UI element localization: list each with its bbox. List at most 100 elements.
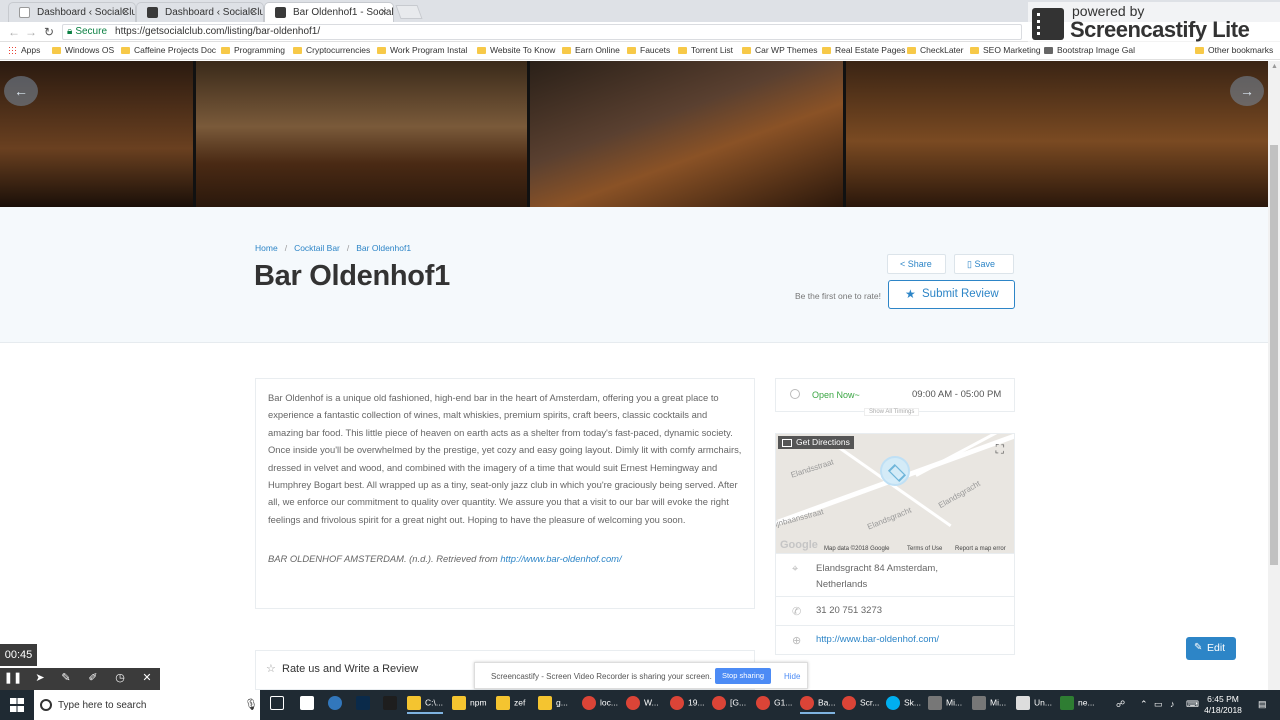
taskbar-item[interactable]: [G...	[712, 696, 746, 714]
bookmark-item[interactable]: Caffeine Projects Doc	[121, 45, 216, 55]
forward-arrow-icon[interactable]: →	[25, 25, 37, 39]
task-view-icon[interactable]	[270, 696, 288, 714]
open-status[interactable]: Open Now~	[812, 390, 860, 400]
citation-link[interactable]: http://www.bar-oldenhof.com/	[500, 553, 621, 564]
bookmark-item[interactable]: Bootstrap Image Gal	[1044, 45, 1135, 55]
highlighter-icon[interactable]: ✐	[83, 671, 103, 687]
reload-icon[interactable]: ↻	[44, 25, 54, 39]
breadcrumb-current[interactable]: Bar Oldenhof1	[356, 243, 411, 253]
website-link[interactable]: http://www.bar-oldenhof.com/	[816, 634, 939, 645]
people-icon[interactable]: ☍	[1116, 699, 1125, 710]
taskbar-item[interactable]: loc...	[582, 696, 618, 714]
folder-icon	[52, 47, 61, 54]
hide-button[interactable]: Hide	[784, 672, 800, 681]
recorder-toolbar: ❚❚ ➤ ✎ ✐ ◷ ✕	[0, 668, 160, 690]
bookmark-item[interactable]: CheckLater	[907, 45, 963, 55]
scroll-up-arrow-icon[interactable]: ▲	[1271, 63, 1278, 70]
notifications-icon[interactable]: ▤	[1258, 699, 1267, 710]
phone-text[interactable]: 31 20 751 3273	[816, 605, 882, 616]
close-icon[interactable]: ✕	[137, 671, 157, 687]
back-arrow-icon[interactable]: ←	[8, 25, 20, 39]
location-map[interactable]: Get Directions Elandsstraat Elandsgracht…	[775, 433, 1015, 554]
windows-start-icon[interactable]	[10, 698, 24, 712]
taskbar-item[interactable]: Scr...	[842, 696, 879, 714]
scrollbar-thumb[interactable]	[1270, 145, 1278, 565]
taskbar-item[interactable]: Mi...	[928, 696, 962, 714]
url-field[interactable]: 🔒︎ Secure https://getsocialclub.com/listin…	[62, 24, 1022, 40]
save-button[interactable]: ▯ Save	[954, 254, 1014, 274]
new-tab-button[interactable]	[395, 5, 423, 19]
bookmark-item[interactable]: Car WP Themes	[742, 45, 818, 55]
gallery-image[interactable]	[846, 61, 1268, 207]
screencastify-watermark: powered by Screencastify Lite	[1028, 2, 1280, 42]
bookmark-other[interactable]: Other bookmarks	[1195, 45, 1273, 55]
taskbar-item-active[interactable]: Ba...	[800, 696, 836, 714]
taskbar-item[interactable]: Sk...	[886, 696, 921, 714]
map-marker-icon[interactable]	[880, 456, 910, 486]
taskbar-item[interactable]: C:\...	[407, 696, 443, 714]
store-icon[interactable]	[300, 696, 318, 714]
pause-icon[interactable]: ❚❚	[3, 671, 23, 687]
taskbar-item[interactable]: Un...	[1016, 696, 1052, 714]
bookmark-label: Cryptocurrencies	[306, 45, 371, 55]
gallery-image[interactable]	[196, 61, 530, 207]
clock-date: 4/18/2018	[1204, 705, 1242, 715]
taskbar-search[interactable]: Type here to search 🎙︎	[34, 690, 260, 720]
bookmark-item[interactable]: Windows OS	[52, 45, 114, 55]
browser-tab-dashboard-2[interactable]: Dashboard ‹ SocialClub ×	[136, 2, 264, 22]
edge-icon[interactable]	[328, 696, 346, 714]
globe-icon: ⊕	[792, 635, 802, 647]
tray-chevron-icon[interactable]: ⌃	[1140, 699, 1148, 710]
share-button[interactable]: < Share	[887, 254, 946, 274]
taskbar-item[interactable]: W...	[626, 696, 659, 714]
network-icon[interactable]: ▭	[1154, 699, 1163, 710]
close-tab-icon[interactable]: ×	[251, 6, 257, 18]
browser-tab-dashboard-1[interactable]: Dashboard ‹ SocialClub ×	[8, 2, 136, 22]
taskbar-item[interactable]: g...	[538, 696, 568, 714]
taskbar-item[interactable]: Mi...	[972, 696, 1006, 714]
bookmark-item[interactable]: Cryptocurrencies	[293, 45, 370, 55]
bookmark-apps[interactable]: Apps	[8, 45, 40, 55]
volume-icon[interactable]: ♪	[1170, 699, 1175, 709]
taskbar-item[interactable]: zef	[496, 696, 525, 714]
terms-link[interactable]: Terms of Use	[907, 546, 942, 552]
taskbar-item[interactable]: ne...	[1060, 696, 1095, 714]
bookmark-item[interactable]: Torrent List	[678, 45, 733, 55]
next-arrow-icon[interactable]: →	[1230, 76, 1264, 106]
taskbar-clock[interactable]: 6:45 PM 4/18/2018	[1200, 694, 1246, 716]
folder-icon	[822, 47, 831, 54]
cursor-icon[interactable]: ➤	[30, 671, 50, 687]
get-directions-button[interactable]: Get Directions	[778, 436, 854, 449]
bookmark-item[interactable]: Faucets	[627, 45, 670, 55]
timer-icon[interactable]: ◷	[110, 671, 130, 687]
gallery-image[interactable]	[530, 61, 846, 207]
photoshop-icon[interactable]	[356, 696, 374, 714]
microphone-icon[interactable]: 🎙︎	[244, 698, 258, 711]
fullscreen-icon[interactable]: ⛶	[996, 442, 1004, 457]
taskbar-item-label: 19...	[688, 697, 705, 708]
bookmark-item[interactable]: Work Program Instal	[377, 45, 467, 55]
bookmark-item[interactable]: Real Estate Pages	[822, 45, 905, 55]
taskbar-item[interactable]: G1...	[756, 696, 792, 714]
report-map-error-link[interactable]: Report a map error	[955, 546, 1006, 552]
taskbar-item[interactable]: npm	[452, 696, 487, 714]
show-all-timings[interactable]: Show All Timings	[864, 408, 920, 416]
stop-sharing-button[interactable]: Stop sharing	[715, 668, 771, 684]
language-icon[interactable]: ⌨	[1186, 699, 1199, 710]
bookmark-item[interactable]: SEO Marketing	[970, 45, 1041, 55]
close-tab-icon[interactable]: ×	[123, 6, 129, 18]
page-scrollbar[interactable]: ▲	[1268, 61, 1280, 690]
breadcrumb-home[interactable]: Home	[255, 243, 278, 253]
close-tab-icon[interactable]: ×	[381, 6, 387, 18]
bookmark-item[interactable]: Website To Know	[477, 45, 555, 55]
submit-review-button[interactable]: ★ Submit Review	[888, 280, 1015, 309]
browser-tab-bar-oldenhof[interactable]: Bar Oldenhof1 - SocialC ×	[264, 2, 394, 22]
code-icon[interactable]	[383, 696, 401, 714]
bookmark-item[interactable]: Programming	[221, 45, 285, 55]
taskbar-item[interactable]: 19...	[670, 696, 705, 714]
bookmark-item[interactable]: Earn Online	[562, 45, 620, 55]
edit-button[interactable]: ✎ Edit	[1186, 637, 1236, 660]
pen-icon[interactable]: ✎	[56, 671, 76, 687]
previous-arrow-icon[interactable]: ←	[4, 76, 38, 106]
breadcrumb-category[interactable]: Cocktail Bar	[294, 243, 340, 253]
